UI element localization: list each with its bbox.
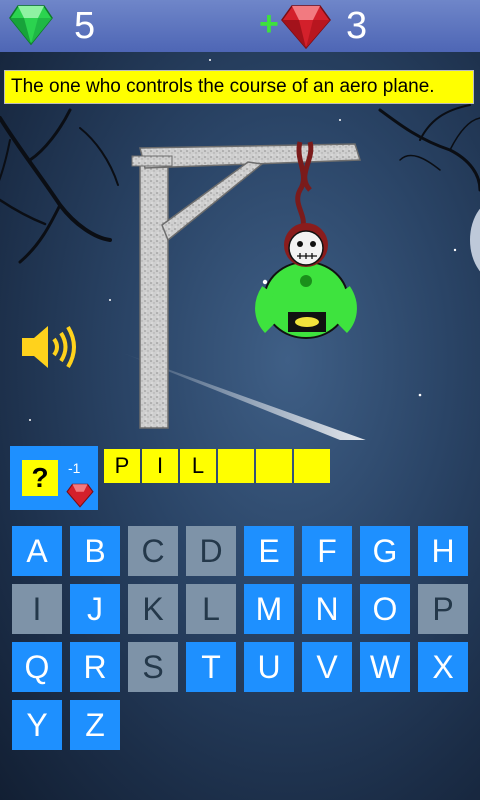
speaker-icon[interactable] — [18, 320, 82, 374]
letter-key-l[interactable]: L — [186, 584, 236, 634]
letter-key-q[interactable]: Q — [12, 642, 62, 692]
letter-key-o[interactable]: O — [360, 584, 410, 634]
letter-key-x[interactable]: X — [418, 642, 468, 692]
night-sky-scene — [0, 59, 480, 440]
letter-key-s[interactable]: S — [128, 642, 178, 692]
letter-key-j[interactable]: J — [70, 584, 120, 634]
letter-key-f[interactable]: F — [302, 526, 352, 576]
letter-key-m[interactable]: M — [244, 584, 294, 634]
emerald-icon — [9, 5, 53, 46]
letter-key-y[interactable]: Y — [12, 700, 62, 750]
letter-key-h[interactable]: H — [418, 526, 468, 576]
hint-cost: -1 — [68, 460, 81, 476]
answer-slots: P I L — [104, 449, 330, 483]
letter-key-b[interactable]: B — [70, 526, 120, 576]
hint-question-mark: ? — [22, 460, 58, 496]
letter-key-k[interactable]: K — [128, 584, 178, 634]
letter-key-c[interactable]: C — [128, 526, 178, 576]
hint-button[interactable]: ? -1 — [10, 446, 98, 510]
answer-slot: P — [104, 449, 140, 483]
letter-key-e[interactable]: E — [244, 526, 294, 576]
ruby-count: 3 — [346, 5, 368, 47]
answer-slot — [218, 449, 254, 483]
stars — [29, 59, 457, 421]
answer-slot — [256, 449, 292, 483]
letter-key-w[interactable]: W — [360, 642, 410, 692]
letter-key-u[interactable]: U — [244, 642, 294, 692]
letter-key-z[interactable]: Z — [70, 700, 120, 750]
letter-key-v[interactable]: V — [302, 642, 352, 692]
clue-text: The one who controls the course of an ae… — [4, 70, 474, 104]
answer-slot: I — [142, 449, 178, 483]
letter-key-a[interactable]: A — [12, 526, 62, 576]
letter-keyboard: ABCDEFGH IJKLMNOP QRSTUVWX YZ — [12, 526, 472, 750]
letter-key-t[interactable]: T — [186, 642, 236, 692]
answer-slot: L — [180, 449, 216, 483]
hanged-figure — [255, 223, 357, 339]
answer-slot — [294, 449, 330, 483]
letter-key-p[interactable]: P — [418, 584, 468, 634]
letter-key-g[interactable]: G — [360, 526, 410, 576]
hint-ruby-icon — [66, 483, 94, 508]
score-bar: 5 + 3 — [0, 0, 480, 52]
moon — [470, 208, 480, 272]
letter-key-d[interactable]: D — [186, 526, 236, 576]
emerald-count: 5 — [74, 5, 96, 47]
tree-branches — [0, 104, 480, 264]
letter-key-r[interactable]: R — [70, 642, 120, 692]
ruby-icon[interactable] — [280, 2, 332, 50]
letter-key-i[interactable]: I — [12, 584, 62, 634]
letter-key-n[interactable]: N — [302, 584, 352, 634]
buy-rubies-plus[interactable]: + — [259, 2, 279, 46]
